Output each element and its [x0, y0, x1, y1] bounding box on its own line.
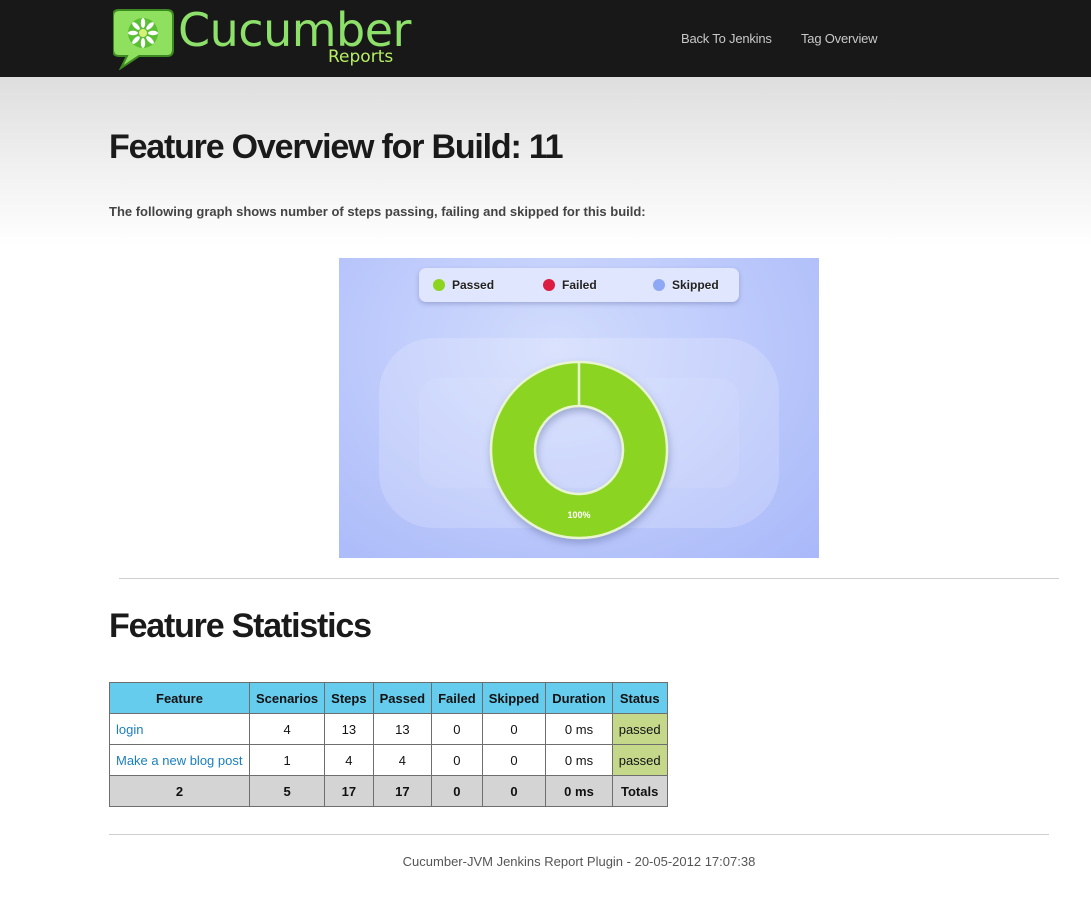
- cell-feature: login: [109, 713, 250, 745]
- cell-duration: 0 ms: [545, 744, 613, 776]
- table-row: Make a new blog post 1 4 4 0 0 0 ms pass…: [109, 744, 668, 776]
- cell-duration: 0 ms: [545, 713, 613, 745]
- cell-scenarios: 4: [248, 713, 326, 745]
- legend-label-passed: Passed: [452, 278, 495, 292]
- legend-item-failed[interactable]: Failed: [543, 276, 597, 294]
- cell-skipped: 0: [481, 744, 547, 776]
- table-totals-row: 2 5 17 17 0 0 0 ms Totals: [109, 775, 668, 807]
- legend-item-skipped[interactable]: Skipped: [653, 276, 719, 294]
- cell-steps: 4: [324, 744, 374, 776]
- nav-back-to-jenkins[interactable]: Back To Jenkins: [681, 31, 772, 46]
- donut-data-labels: 100%: [567, 510, 590, 520]
- cell-status: passed: [611, 744, 668, 776]
- total-steps: 17: [324, 775, 374, 807]
- col-header-skipped[interactable]: Skipped: [481, 682, 547, 714]
- cell-skipped: 0: [481, 713, 547, 745]
- footer-text: Cucumber-JVM Jenkins Report Plugin - 20-…: [402, 854, 756, 869]
- cell-scenarios: 1: [248, 744, 326, 776]
- col-header-failed[interactable]: Failed: [431, 682, 483, 714]
- total-features: 2: [109, 775, 250, 807]
- total-scenarios: 5: [248, 775, 326, 807]
- cell-failed: 0: [431, 713, 483, 745]
- total-duration: 0 ms: [545, 775, 613, 807]
- table-header-row: Feature Scenarios Steps Passed Failed Sk…: [109, 682, 668, 714]
- logo-subtitle: Reports: [328, 47, 394, 67]
- donut-chart-canvas: 100%: [379, 338, 779, 540]
- feature-link-login[interactable]: login: [116, 722, 143, 737]
- legend-dot-passed: [433, 279, 445, 291]
- speech-bubble-flower-icon: [113, 9, 174, 70]
- col-header-feature[interactable]: Feature: [109, 682, 250, 714]
- col-header-duration[interactable]: Duration: [545, 682, 613, 714]
- legend-label-skipped: Skipped: [672, 278, 719, 292]
- cell-steps: 13: [324, 713, 374, 745]
- donut-data-label: 100%: [567, 510, 590, 520]
- footer-divider: [109, 834, 1049, 835]
- feature-statistics-table: Feature Scenarios Steps Passed Failed Sk…: [109, 682, 668, 807]
- col-header-passed[interactable]: Passed: [372, 682, 433, 714]
- cell-passed: 4: [372, 744, 433, 776]
- cell-status: passed: [611, 713, 668, 745]
- totals-label: Totals: [611, 775, 668, 807]
- graph-description: The following graph shows number of step…: [109, 204, 646, 219]
- legend-dot-skipped: [653, 279, 665, 291]
- section-divider: [119, 578, 1059, 579]
- legend-item-passed[interactable]: Passed: [433, 276, 494, 294]
- cell-feature: Make a new blog post: [109, 744, 250, 776]
- page-title: Feature Overview for Build: 11: [109, 128, 564, 166]
- total-passed: 17: [372, 775, 433, 807]
- cell-failed: 0: [431, 744, 483, 776]
- top-navbar: Cucumber Reports Back To Jenkins Tag Ove…: [0, 0, 1091, 77]
- nav-tag-overview[interactable]: Tag Overview: [801, 31, 878, 46]
- cucumber-reports-logo[interactable]: Cucumber Reports: [113, 4, 413, 70]
- total-failed: 0: [431, 775, 483, 807]
- chart-legend: Passed Failed Skipped: [419, 268, 739, 302]
- legend-dot-failed: [543, 279, 555, 291]
- total-skipped: 0: [481, 775, 547, 807]
- feature-statistics-title: Feature Statistics: [109, 607, 372, 645]
- feature-link-make-a-new-blog-post[interactable]: Make a new blog post: [116, 753, 242, 768]
- cell-passed: 13: [372, 713, 433, 745]
- col-header-scenarios[interactable]: Scenarios: [248, 682, 326, 714]
- col-header-status[interactable]: Status: [611, 682, 668, 714]
- table-row: login 4 13 13 0 0 0 ms passed: [109, 713, 668, 745]
- col-header-steps[interactable]: Steps: [324, 682, 374, 714]
- legend-label-failed: Failed: [562, 278, 597, 292]
- steps-donut-chart: 100% Passed Failed Skipped: [339, 258, 819, 558]
